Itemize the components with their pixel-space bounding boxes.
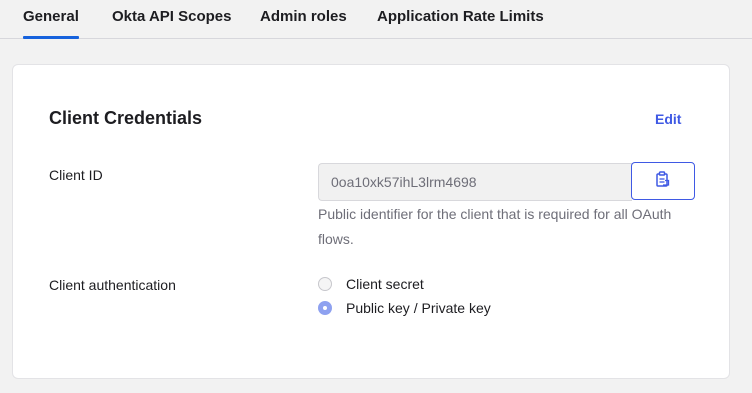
copy-client-id-button[interactable] <box>631 162 695 200</box>
client-id-hint: Public identifier for the client that is… <box>318 206 672 247</box>
radio-client-secret[interactable]: Client secret <box>318 274 424 294</box>
radio-public-private-key[interactable]: Public key / Private key <box>318 298 491 318</box>
tab-okta-api-scopes[interactable]: Okta API Scopes <box>112 0 232 38</box>
tab-bar: General Okta API Scopes Admin roles Appl… <box>0 0 752 39</box>
radio-client-secret-label: Client secret <box>346 276 424 292</box>
tab-general[interactable]: General <box>23 0 79 39</box>
tab-admin-roles[interactable]: Admin roles <box>260 0 347 38</box>
radio-unchecked-icon[interactable] <box>318 277 332 291</box>
tab-application-rate-limits[interactable]: Application Rate Limits <box>377 0 544 38</box>
radio-checked-icon[interactable] <box>318 301 332 315</box>
clipboard-icon <box>656 170 670 192</box>
card-title: Client Credentials <box>49 108 203 128</box>
client-id-field[interactable] <box>318 163 632 201</box>
client-id-label: Client ID <box>49 167 103 183</box>
client-authentication-label: Client authentication <box>49 277 176 293</box>
edit-button[interactable]: Edit <box>655 111 681 127</box>
radio-public-private-key-label: Public key / Private key <box>346 300 491 316</box>
client-credentials-card: Client Credentials Edit Client ID Public… <box>12 64 730 379</box>
